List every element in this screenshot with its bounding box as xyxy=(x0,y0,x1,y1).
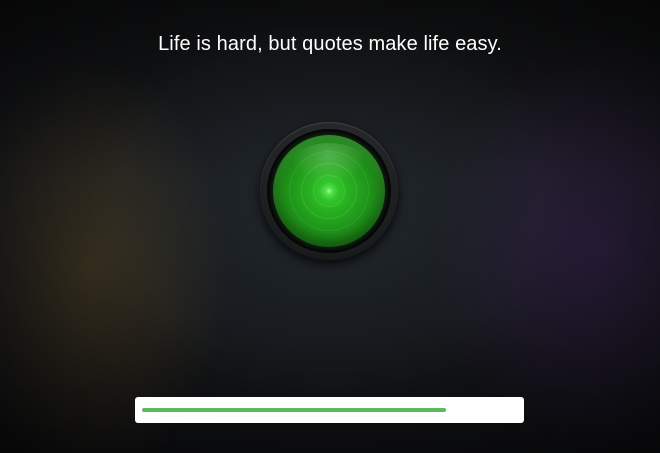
progress-bar xyxy=(135,397,524,423)
light-button-bezel xyxy=(260,122,398,260)
green-light-button[interactable] xyxy=(273,135,385,247)
button-gloss xyxy=(291,143,367,183)
quote-text: Life is hard, but quotes make life easy. xyxy=(158,33,502,55)
progress-bar-fill xyxy=(142,408,446,412)
